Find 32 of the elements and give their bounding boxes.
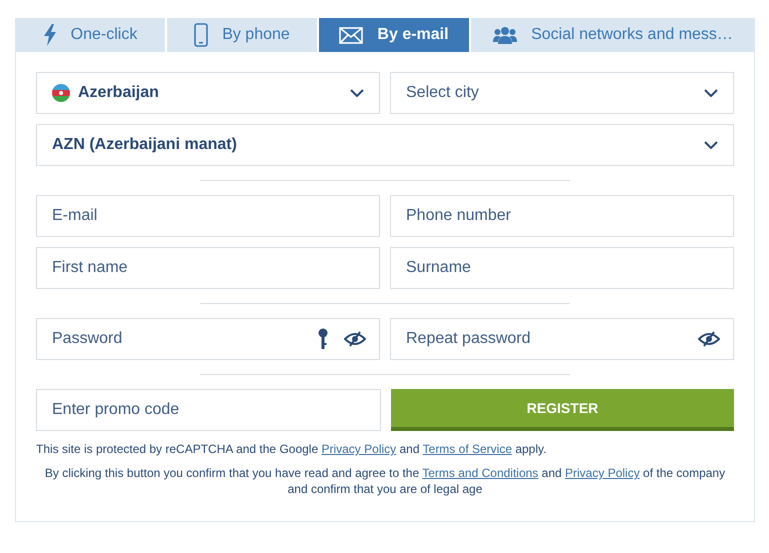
- consent-note: By clicking this button you confirm that you have read and agree to the Terms and Conditions and Privacy Policy of the company and confirm that you are of legal age: [44, 465, 726, 497]
- link[interactable]: Terms and Conditions: [422, 466, 538, 480]
- flag-icon: [52, 84, 70, 102]
- recaptcha-note: This site is protected by reCAPTCHA and the Google Privacy Policy and Terms of Service apply.: [36, 441, 548, 457]
- people-icon: [493, 26, 518, 44]
- currency-select[interactable]: AZN (Azerbaijani manat): [36, 124, 734, 166]
- register-button[interactable]: REGISTER: [391, 389, 734, 431]
- email-field[interactable]: E-mail: [36, 195, 380, 237]
- link[interactable]: Privacy Policy: [565, 466, 640, 480]
- city-select[interactable]: Select city: [390, 72, 734, 114]
- phone-field[interactable]: Phone number: [390, 195, 734, 237]
- eye-slash-icon[interactable]: [344, 331, 366, 347]
- password-field[interactable]: Password: [36, 318, 380, 360]
- link[interactable]: Terms of Service: [422, 442, 512, 456]
- chevron-down-icon: [704, 141, 718, 149]
- phone-icon: [194, 23, 208, 47]
- eye-slash-icon[interactable]: [698, 331, 720, 347]
- envelope-icon: [339, 26, 364, 44]
- key-icon[interactable]: [318, 328, 328, 350]
- link[interactable]: Privacy Policy: [321, 442, 396, 456]
- promo-code-field[interactable]: Enter promo code: [36, 389, 381, 431]
- first-name-field[interactable]: First name: [36, 247, 380, 289]
- tab[interactable]: Social networks and mess…: [471, 18, 755, 52]
- lightning-icon: [42, 24, 57, 46]
- tab[interactable]: By e-mail: [319, 18, 469, 52]
- surname-field[interactable]: Surname: [390, 247, 734, 289]
- chevron-down-icon: [350, 89, 364, 97]
- country-select[interactable]: Azerbaijan: [36, 72, 380, 114]
- chevron-down-icon: [704, 89, 718, 97]
- tab[interactable]: By phone: [167, 18, 317, 52]
- repeat-password-field[interactable]: Repeat password: [390, 318, 734, 360]
- tab[interactable]: One-click: [15, 18, 165, 52]
